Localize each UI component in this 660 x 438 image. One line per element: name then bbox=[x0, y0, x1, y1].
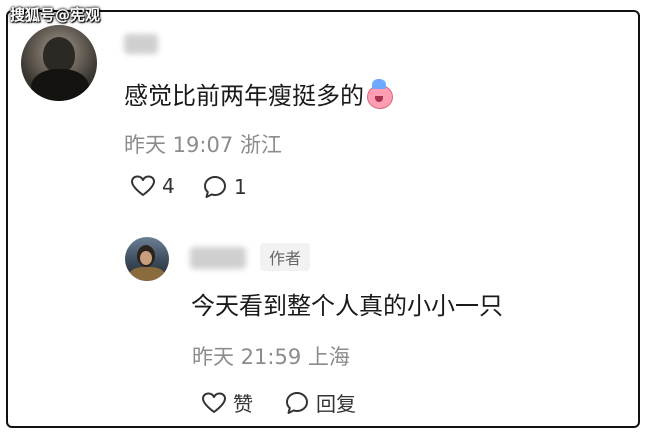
author-name-blurred bbox=[190, 247, 246, 269]
reply-count-button[interactable]: 1 bbox=[202, 174, 247, 200]
commenter-name-blurred bbox=[124, 34, 158, 54]
watermark: 搜狐号@宪观 bbox=[10, 6, 101, 24]
reply-location: 上海 bbox=[307, 345, 350, 369]
speech-bubble-icon bbox=[286, 391, 308, 414]
reply-time: 昨天 21:59 bbox=[192, 345, 302, 369]
heart-icon bbox=[131, 175, 155, 196]
like-count: 4 bbox=[162, 174, 175, 198]
comment-location: 浙江 bbox=[239, 133, 282, 157]
comment-text: 感觉比前两年瘦挺多的 bbox=[124, 76, 393, 111]
speech-bubble-icon bbox=[204, 176, 226, 198]
comment-meta: 昨天 19:07 浙江 bbox=[124, 129, 282, 159]
comment-time: 昨天 19:07 bbox=[124, 133, 234, 157]
reply-like-label: 赞 bbox=[233, 392, 253, 416]
crying-face-icon bbox=[366, 79, 393, 109]
reply-like-button[interactable]: 赞 bbox=[201, 388, 253, 417]
author-badge: 作者 bbox=[260, 243, 311, 271]
reply-count: 1 bbox=[234, 175, 247, 199]
author-avatar[interactable] bbox=[125, 237, 169, 281]
comment-body: 感觉比前两年瘦挺多的 bbox=[124, 82, 364, 110]
heart-icon bbox=[202, 392, 226, 413]
like-button[interactable]: 4 bbox=[130, 174, 175, 198]
commenter-avatar[interactable] bbox=[21, 25, 97, 101]
reply-meta: 昨天 21:59 上海 bbox=[192, 341, 350, 371]
reply-button-label: 回复 bbox=[316, 392, 356, 416]
reply-button[interactable]: 回复 bbox=[284, 388, 356, 417]
reply-text: 今天看到整个人真的小小一只 bbox=[191, 292, 503, 320]
